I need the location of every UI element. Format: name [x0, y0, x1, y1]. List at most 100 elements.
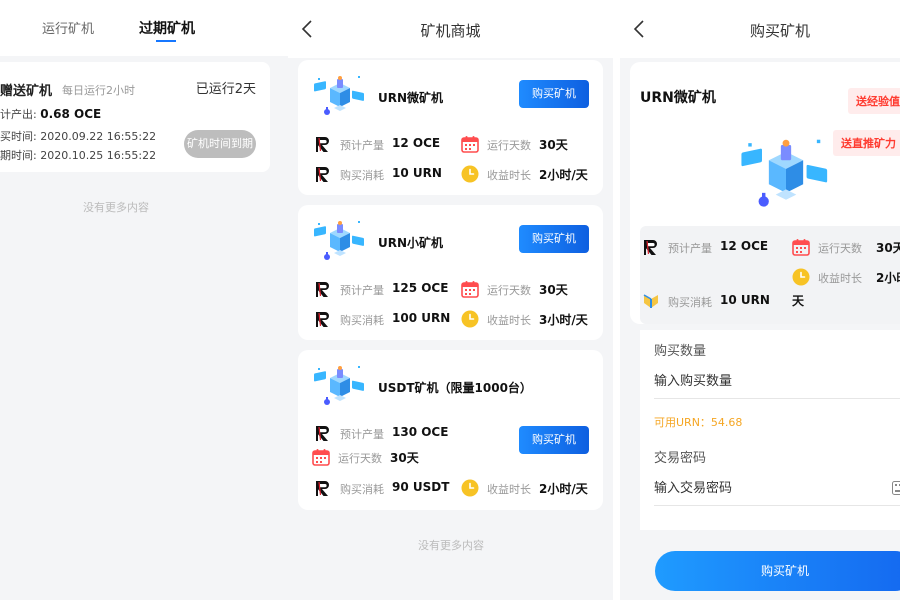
product-card[interactable]: URN微矿机 购买矿机 预计产量 12 OCE 运行天数 30天 购买消耗 10…: [298, 60, 603, 195]
duration-value: 3小时/天: [539, 313, 588, 327]
buy-miner-button[interactable]: 购买矿机: [519, 426, 589, 454]
miner-expire-time-label: 期时间:: [0, 149, 37, 162]
miner-card: 赠送矿机 每日运行2小时 已运行2天 计产出: 0.68 OCE 买时间: 20…: [0, 62, 270, 172]
clock-icon: [792, 268, 810, 286]
cost-label: 购买消耗: [340, 483, 384, 496]
my-miners-panel: 运行矿机 过期矿机 赠送矿机 每日运行2小时 已运行2天 计产出: 0.68 O…: [0, 0, 288, 600]
calendar-icon: [792, 238, 810, 256]
miner-output-value: 0.68 OCE: [40, 107, 102, 121]
days-value: 30天: [539, 138, 568, 152]
buy-miner-submit-button[interactable]: 购买矿机: [655, 551, 900, 591]
miner-expire-time-value: 2020.10.25 16:55:22: [40, 149, 157, 162]
miner-expire-time-line: 期时间: 2020.10.25 16:55:22: [0, 147, 156, 163]
duration-value: 2小时/天: [539, 482, 588, 496]
cost-value: 10 URN: [392, 166, 442, 180]
quantity-input[interactable]: [654, 365, 900, 399]
cost-label: 购买消耗: [340, 169, 384, 182]
output-value: 12 OCE: [392, 136, 441, 150]
product-name: URN微矿机: [640, 90, 716, 106]
duration-value-wrap: 天: [792, 294, 805, 308]
miner-illustration-icon: [312, 219, 368, 263]
buy-miner-panel: 购买矿机 URN微矿机 送经验值 送直推矿力 预计产量 12 OCE 运行天数 …: [620, 0, 900, 600]
urn-logo-icon: [314, 424, 332, 442]
urn-logo-icon: [314, 280, 332, 298]
product-card[interactable]: USDT矿机（限量1000台） 购买矿机 预计产量 130 OCE 运行天数 3…: [298, 350, 603, 510]
days-value: 30天: [390, 451, 419, 465]
no-more-content: 没有更多内容: [418, 539, 484, 552]
miner-illustration-icon: [312, 74, 368, 118]
miner-output-label: 计产出:: [0, 108, 37, 121]
urn-logo-icon: [314, 165, 332, 183]
purchase-form: 购买数量 台 可用URN：54.68 交易密码: [640, 330, 900, 530]
days-label: 运行天数: [338, 452, 382, 465]
cost-value: 90 USDT: [392, 480, 450, 494]
days-label: 运行天数: [487, 139, 531, 152]
output-label: 预计产量: [340, 428, 384, 441]
clock-icon: [461, 310, 479, 328]
clock-icon: [461, 165, 479, 183]
miner-store-panel: 矿机商城 URN微矿机 购买矿机 预计产量 12 OCE 运行天数 30天 购买…: [288, 0, 613, 600]
no-more-content: 没有更多内容: [83, 201, 149, 214]
urn-logo-icon: [314, 135, 332, 153]
urn-logo-icon: [314, 479, 332, 497]
calendar-icon: [461, 280, 479, 298]
miner-buy-time-line: 买时间: 2020.09.22 16:55:22: [0, 128, 156, 144]
miner-run-status: 已运行2天: [195, 82, 256, 97]
calendar-icon: [312, 448, 330, 466]
duration-label: 收益时长: [487, 314, 531, 327]
product-detail-card: URN微矿机 送经验值 送直推矿力 预计产量 12 OCE 运行天数 30天 收…: [630, 62, 900, 324]
days-label: 运行天数: [818, 242, 862, 255]
days-value: 30天: [539, 283, 568, 297]
miner-daily-run: 每日运行2小时: [62, 84, 135, 97]
output-value: 130 OCE: [392, 425, 449, 439]
miner-illustration-icon: [312, 364, 368, 408]
password-heading: 交易密码: [654, 451, 707, 466]
product-specs: 预计产量 12 OCE 运行天数 30天 收益时长 2小时 购买消耗: [640, 226, 900, 324]
tab-running-miners[interactable]: 运行矿机: [42, 18, 94, 37]
clock-icon: [461, 479, 479, 497]
cost-label: 购买消耗: [340, 314, 384, 327]
password-input[interactable]: [654, 472, 900, 506]
duration-label: 收益时长: [818, 272, 862, 285]
product-name: URN小矿机: [378, 236, 444, 250]
miner-output-line: 计产出: 0.68 OCE: [0, 106, 101, 122]
output-label: 预计产量: [668, 242, 712, 255]
cost-value: 100 URN: [392, 311, 451, 325]
cost-value: 10 URN: [720, 293, 770, 307]
gift-tag: 送直推矿力: [833, 130, 900, 156]
product-name: URN微矿机: [378, 91, 444, 105]
miner-buy-time-value: 2020.09.22 16:55:22: [40, 130, 157, 143]
duration-label: 收益时长: [487, 169, 531, 182]
miner-expired-button[interactable]: 矿机时间到期: [184, 130, 256, 158]
urn-logo-icon: [314, 310, 332, 328]
product-card[interactable]: URN小矿机 购买矿机 预计产量 125 OCE 运行天数 30天 购买消耗 1…: [298, 205, 603, 340]
duration-value: 2小时/天: [539, 168, 588, 182]
cost-label: 购买消耗: [668, 296, 712, 309]
output-label: 预计产量: [340, 284, 384, 297]
store-title: 矿机商城: [420, 22, 481, 40]
buy-miner-button[interactable]: 购买矿机: [519, 225, 589, 253]
miner-tabs: 运行矿机 过期矿机: [0, 0, 288, 56]
days-value: 30天: [876, 241, 900, 255]
days-label: 运行天数: [487, 284, 531, 297]
buy-title: 购买矿机: [749, 22, 810, 40]
tab-expired-miners[interactable]: 过期矿机: [139, 18, 195, 38]
buy-header: 购买矿机: [620, 0, 900, 58]
output-value: 12 OCE: [720, 239, 769, 253]
gift-tag: 送经验值: [848, 88, 900, 114]
miner-illustration-icon: [738, 134, 834, 214]
miner-buy-time-label: 买时间:: [0, 130, 37, 143]
quantity-heading: 购买数量: [654, 344, 707, 359]
buy-miner-button[interactable]: 购买矿机: [519, 80, 589, 108]
output-value: 125 OCE: [392, 281, 449, 295]
store-header: 矿机商城: [288, 0, 613, 58]
output-label: 预计产量: [340, 139, 384, 152]
duration-label: 收益时长: [487, 483, 531, 496]
miner-name: 赠送矿机: [0, 84, 53, 99]
calendar-icon: [461, 135, 479, 153]
available-balance: 可用URN：54.68: [654, 416, 743, 429]
duration-value: 2小时: [876, 271, 900, 285]
keyboard-icon[interactable]: [892, 481, 900, 495]
urn-logo-icon: [642, 238, 660, 256]
urn-token-icon: [643, 294, 658, 308]
